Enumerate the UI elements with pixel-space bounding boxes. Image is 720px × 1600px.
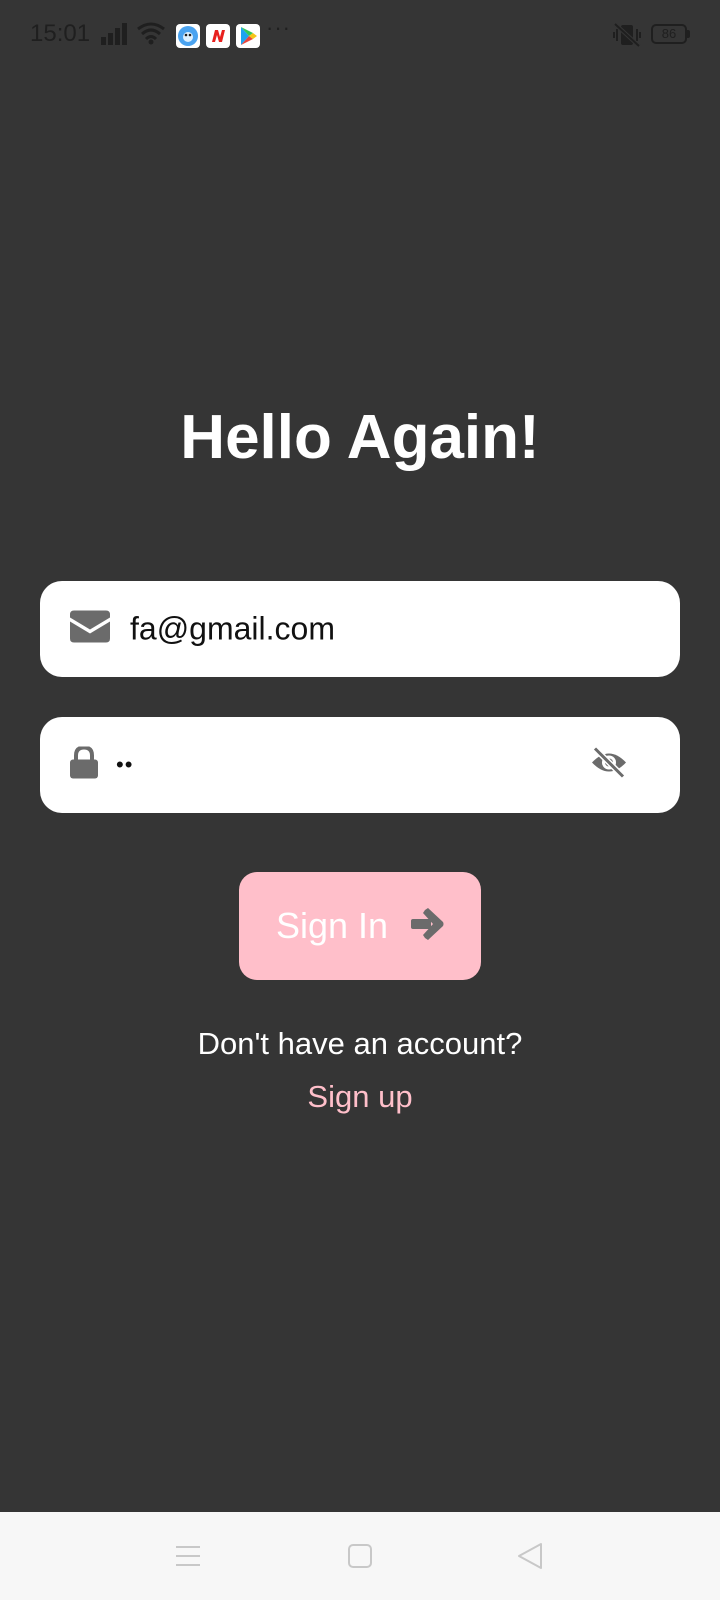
battery-icon: 86 (651, 24, 687, 44)
status-time: 15:01 (30, 20, 91, 47)
password-input-value[interactable]: •• (116, 752, 133, 778)
app-icon-bird (176, 24, 200, 48)
signal-icon (101, 23, 129, 50)
app-icon-news (206, 24, 230, 48)
sign-in-button[interactable]: Sign In (239, 872, 481, 980)
more-icon: ··· (266, 15, 291, 40)
status-bar: 15:01 ··· 86 (0, 0, 720, 72)
password-field[interactable]: •• (40, 717, 680, 813)
email-input-value[interactable]: fa@gmail.com (130, 611, 335, 648)
arrow-right-icon (410, 907, 444, 945)
battery-tip (687, 30, 690, 38)
battery-level-text: 86 (661, 26, 677, 41)
vibrate-off-icon (612, 22, 642, 53)
no-account-text: Don't have an account? (197, 1026, 523, 1061)
navigation-bar (0, 1512, 720, 1600)
eye-slash-icon[interactable] (590, 746, 628, 784)
email-field[interactable]: fa@gmail.com (40, 581, 680, 677)
envelope-icon (70, 610, 110, 648)
page-title: Hello Again! (180, 403, 540, 472)
menu-icon[interactable] (166, 1534, 210, 1578)
sign-up-link[interactable]: Sign up (0, 1079, 720, 1115)
app-icon-play-store (236, 24, 260, 48)
back-triangle-icon[interactable] (508, 1534, 552, 1578)
sign-in-label: Sign In (275, 905, 389, 946)
wifi-icon (136, 21, 166, 50)
home-square-icon[interactable] (338, 1534, 382, 1578)
lock-icon (70, 745, 98, 784)
